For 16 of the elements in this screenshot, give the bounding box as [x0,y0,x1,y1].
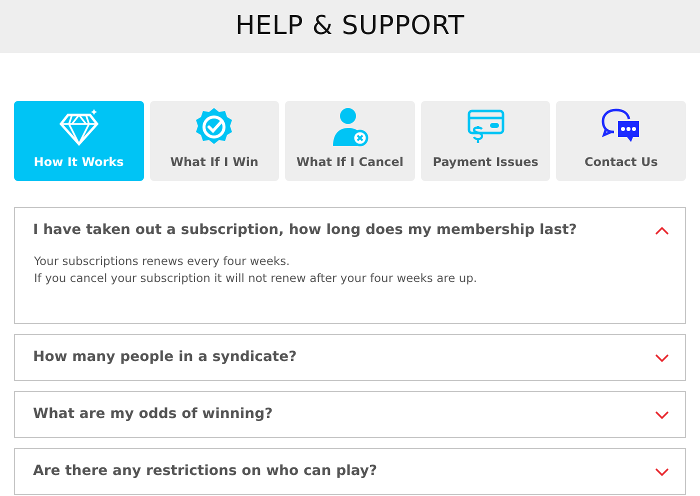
diamond-icon [58,107,100,147]
answer-text: If you cancel your subscription it will not renew after your four weeks are up. [34,270,478,287]
category-tab[interactable]: What If I Cancel [285,101,415,181]
category-tab[interactable]: Contact Us [556,101,686,181]
chevron-down-icon [655,410,669,418]
category-tab[interactable]: What If I Win [150,101,280,181]
category-tab[interactable]: Payment Issues [420,101,550,181]
chevron-down-icon [655,354,669,362]
page-title: HELP & SUPPORT [235,10,465,42]
chevron-down-icon [655,468,669,476]
chevron-up-icon [655,226,669,234]
question-header[interactable]: How many people in a syndicate? [15,335,685,380]
question-header[interactable]: What are my odds of winning? [15,392,685,437]
question-header[interactable]: I have taken out a subscription, how long does my membership last? [15,208,685,253]
answer-text: Your subscriptions renews every four weeks. [34,253,291,270]
question-header[interactable]: Are there any restrictions on who can play? [15,449,685,494]
